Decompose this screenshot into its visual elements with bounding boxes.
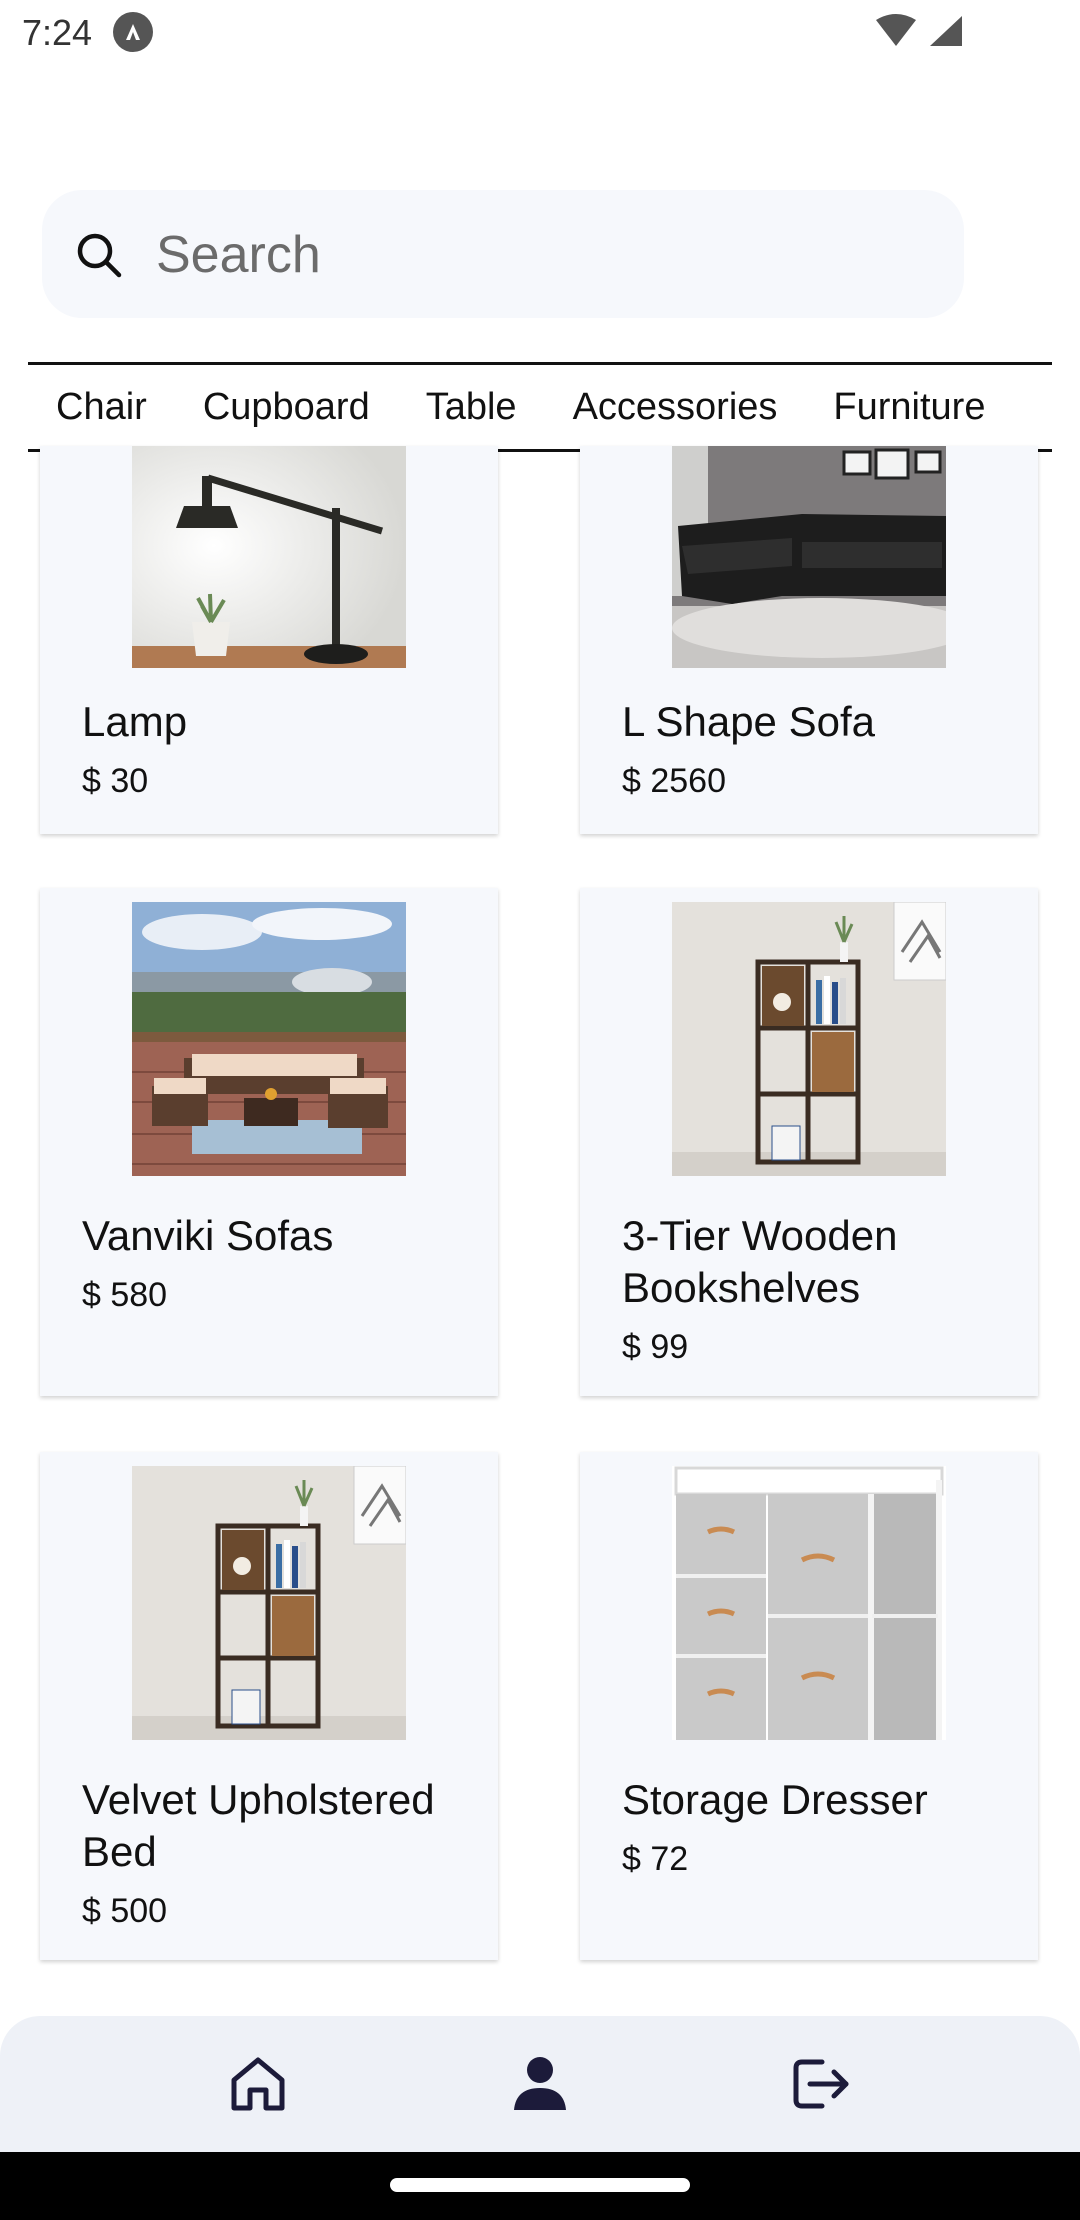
signal-icon [930, 16, 962, 46]
bottom-nav [0, 2016, 1080, 2152]
product-price: $ 580 [82, 1276, 168, 1314]
a-icon [113, 12, 153, 52]
wifi-icon [876, 14, 916, 46]
product-price: $ 2560 [622, 762, 726, 800]
status-icons [874, 14, 964, 55]
tab-chair[interactable]: Chair [28, 386, 175, 429]
product-name: 3-Tier Wooden Bookshelves [622, 1212, 898, 1311]
product-name: Lamp [82, 698, 188, 745]
product-price: $ 99 [622, 1328, 689, 1366]
search-icon [76, 232, 122, 283]
product-price: $ 500 [82, 1892, 168, 1930]
product-name: Velvet Upholstered Bed [82, 1776, 435, 1875]
product-card[interactable]: 3-Tier Wooden Bookshelves $ 99 [580, 888, 1038, 1396]
product-image [132, 446, 406, 668]
tab-table[interactable]: Table [398, 386, 545, 429]
tab-accessories[interactable]: Accessories [545, 386, 806, 429]
product-image [132, 1466, 406, 1740]
product-image [672, 1466, 946, 1740]
search-input[interactable] [154, 190, 918, 320]
status-time: 7:24 [22, 12, 93, 53]
profile-icon[interactable] [508, 2052, 572, 2116]
logout-icon[interactable] [788, 2052, 852, 2116]
product-image [672, 446, 946, 668]
home-gesture-handle[interactable] [390, 2178, 690, 2192]
product-name: L Shape Sofa [622, 698, 875, 745]
category-tabs: Chair Cupboard Table Accessories Furnitu… [28, 362, 1052, 452]
product-image [672, 902, 946, 1176]
product-price: $ 72 [622, 1840, 689, 1878]
product-card[interactable]: Lamp $ 30 [40, 446, 498, 834]
tab-furniture[interactable]: Furniture [805, 386, 1013, 429]
product-card[interactable]: Velvet Upholstered Bed $ 500 [40, 1452, 498, 1960]
product-name: Vanviki Sofas [82, 1212, 334, 1259]
search-bar[interactable] [42, 190, 964, 320]
product-card[interactable]: L Shape Sofa $ 2560 [580, 446, 1038, 834]
status-bar: 7:24 [0, 0, 1080, 64]
product-name: Storage Dresser [622, 1776, 928, 1823]
product-card[interactable]: Vanviki Sofas $ 580 [40, 888, 498, 1396]
gesture-bar [0, 2152, 1080, 2220]
tab-cupboard[interactable]: Cupboard [175, 386, 398, 429]
product-image [132, 902, 406, 1176]
home-icon[interactable] [226, 2052, 290, 2116]
product-card[interactable]: Storage Dresser $ 72 [580, 1452, 1038, 1960]
product-price: $ 30 [82, 762, 149, 800]
